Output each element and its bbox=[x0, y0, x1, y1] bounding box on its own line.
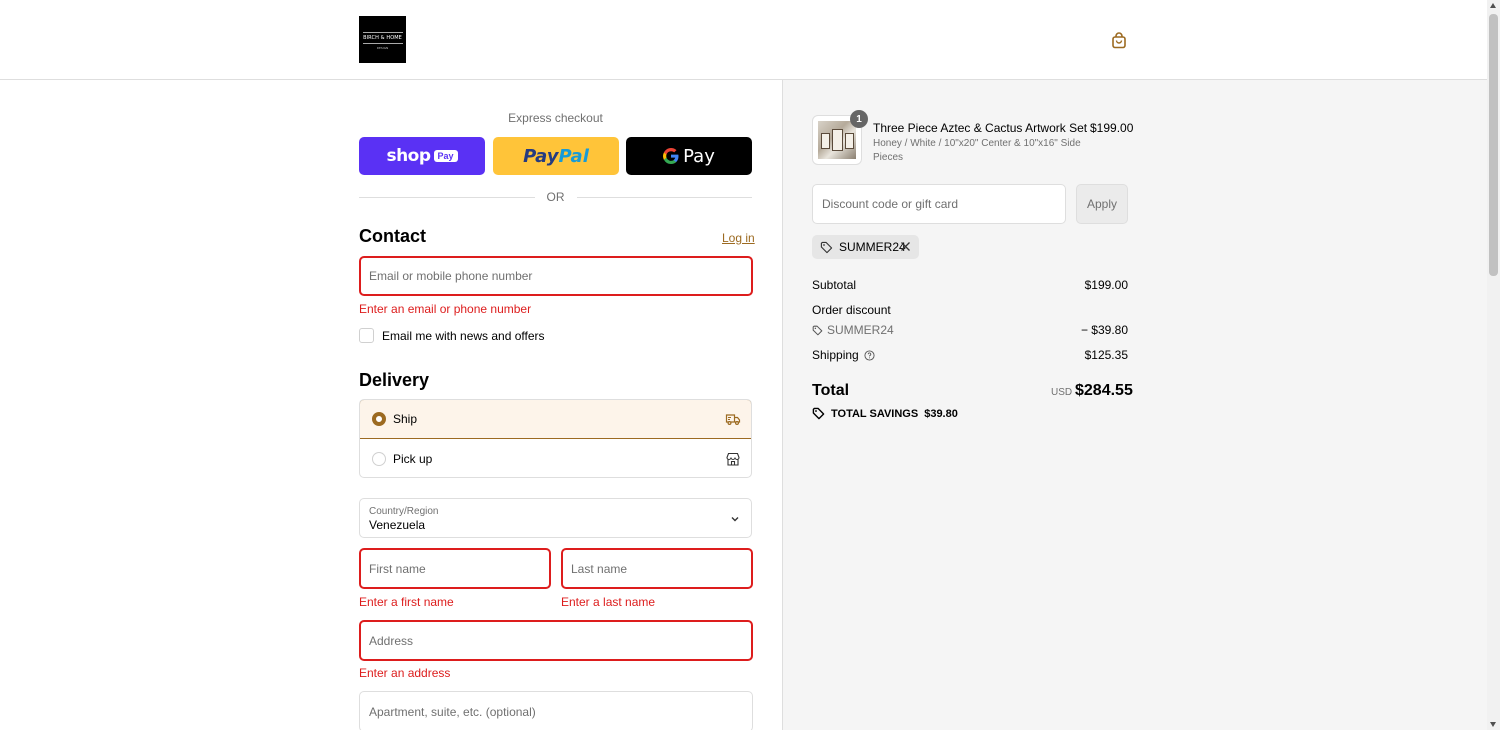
store-icon bbox=[726, 452, 740, 466]
quantity-badge: 1 bbox=[850, 110, 868, 128]
shop-pay-tag: Pay bbox=[433, 150, 458, 162]
express-checkout-label: Express checkout bbox=[508, 111, 603, 125]
divider-line bbox=[576, 196, 752, 198]
tag-icon bbox=[812, 407, 825, 420]
applied-discount-chip: SUMMER24 bbox=[812, 235, 919, 259]
tag-icon bbox=[812, 325, 823, 335]
pickup-radio[interactable] bbox=[372, 451, 386, 466]
last-name-placeholder: Last name bbox=[571, 561, 628, 576]
divider-line bbox=[359, 196, 535, 198]
chevron-down-icon bbox=[731, 517, 739, 522]
applied-code-label: SUMMER24 bbox=[839, 240, 906, 254]
delivery-method-group: Ship Pick up bbox=[359, 399, 752, 478]
discount-placeholder: Discount code or gift card bbox=[822, 197, 959, 211]
or-divider: OR bbox=[359, 189, 752, 205]
page-scrollbar[interactable] bbox=[1487, 0, 1500, 730]
cart-button[interactable] bbox=[1108, 29, 1130, 51]
last-name-error: Enter a last name bbox=[561, 595, 656, 609]
newsletter-label: Email me with news and offers bbox=[382, 329, 545, 343]
country-label: Country/Region bbox=[369, 506, 439, 517]
last-name-field[interactable]: Last name bbox=[561, 548, 753, 589]
discount-code-field[interactable]: Discount code or gift card bbox=[812, 184, 1066, 224]
logo-rule bbox=[362, 42, 403, 44]
artwork-piece bbox=[821, 133, 830, 149]
shipping-value: $125.35 bbox=[1084, 348, 1128, 362]
google-pay-button[interactable]: Pay bbox=[626, 137, 752, 175]
store-logo[interactable]: BIRCH & HOME DESIGN bbox=[359, 16, 406, 63]
address-placeholder: Address bbox=[369, 633, 414, 648]
product-image bbox=[818, 121, 856, 159]
total-value: $284.55 bbox=[1075, 382, 1133, 399]
paypal-wordmark-b: Pal bbox=[558, 145, 589, 167]
country-select[interactable]: Country/Region Venezuela bbox=[359, 498, 752, 538]
email-error: Enter an email or phone number bbox=[359, 302, 532, 316]
first-name-error: Enter a first name bbox=[359, 595, 454, 609]
help-circle-icon[interactable] bbox=[864, 349, 875, 361]
google-g-icon bbox=[663, 148, 679, 164]
artwork-piece bbox=[832, 129, 843, 151]
discount-value: − $39.80 bbox=[1080, 323, 1128, 337]
first-name-field[interactable]: First name bbox=[359, 548, 551, 589]
apply-discount-button[interactable]: Apply bbox=[1076, 184, 1128, 224]
delivery-option-pickup[interactable]: Pick up bbox=[360, 439, 751, 477]
artwork-piece bbox=[845, 133, 854, 149]
apartment-placeholder: Apartment, suite, etc. (optional) bbox=[369, 704, 536, 719]
savings-value: $39.80 bbox=[924, 407, 958, 420]
subtotal-label: Subtotal bbox=[812, 278, 857, 292]
product-price: $199.00 bbox=[1090, 121, 1134, 135]
shop-pay-button[interactable]: shop Pay bbox=[359, 137, 485, 175]
shop-pay-wordmark: shop bbox=[386, 146, 431, 166]
contact-heading: Contact bbox=[359, 226, 426, 246]
country-value: Venezuela bbox=[369, 518, 426, 532]
total-label: Total bbox=[812, 382, 850, 399]
ship-label: Ship bbox=[393, 412, 418, 426]
product-title: Three Piece Aztec & Cactus Artwork Set bbox=[873, 121, 1088, 135]
checkout-header: BIRCH & HOME DESIGN bbox=[0, 0, 1487, 80]
total-savings-row: TOTAL SAVINGS $39.80 bbox=[812, 407, 958, 420]
logo-rule bbox=[362, 31, 403, 33]
savings-label: TOTAL SAVINGS bbox=[831, 407, 919, 420]
scroll-up-arrow[interactable] bbox=[1490, 3, 1496, 8]
first-name-placeholder: First name bbox=[369, 561, 426, 576]
logo-subtext: DESIGN bbox=[376, 45, 389, 50]
address-field[interactable]: Address bbox=[359, 620, 753, 661]
email-field[interactable]: Email or mobile phone number bbox=[359, 256, 753, 296]
discount-code-label: SUMMER24 bbox=[827, 323, 894, 337]
or-label: OR bbox=[546, 190, 565, 204]
remove-code-icon[interactable] bbox=[900, 241, 911, 252]
shipping-label: Shipping bbox=[812, 348, 859, 362]
logo-text: BIRCH & HOME bbox=[363, 34, 402, 41]
paypal-button[interactable]: Pay Pal bbox=[493, 137, 619, 175]
order-discount-label: Order discount bbox=[812, 303, 891, 317]
shipping-row-label: Shipping bbox=[812, 348, 875, 362]
subtotal-value: $199.00 bbox=[1084, 278, 1128, 292]
google-pay-label: Pay bbox=[683, 145, 715, 167]
email-placeholder: Email or mobile phone number bbox=[369, 269, 533, 283]
apartment-field[interactable]: Apartment, suite, etc. (optional) bbox=[359, 691, 753, 730]
scroll-down-arrow[interactable] bbox=[1490, 722, 1496, 727]
delivery-heading: Delivery bbox=[359, 370, 430, 390]
address-error: Enter an address bbox=[359, 666, 451, 680]
delivery-option-ship[interactable]: Ship bbox=[360, 400, 751, 439]
discount-code-row: SUMMER24 bbox=[812, 323, 894, 337]
paypal-wordmark-a: Pay bbox=[523, 145, 559, 167]
ship-radio[interactable] bbox=[372, 412, 386, 426]
total-currency: USD bbox=[1051, 387, 1073, 398]
login-link[interactable]: Log in bbox=[722, 231, 755, 245]
pickup-label: Pick up bbox=[393, 451, 433, 466]
tag-icon bbox=[820, 241, 833, 253]
shopping-bag-icon bbox=[1112, 31, 1126, 48]
truck-icon bbox=[725, 414, 741, 426]
product-variant: Honey / White / 10"x20" Center & 10"x16"… bbox=[873, 138, 1081, 163]
order-summary-panel bbox=[782, 80, 1487, 730]
scrollbar-thumb[interactable] bbox=[1489, 14, 1498, 276]
newsletter-checkbox[interactable] bbox=[359, 328, 374, 343]
